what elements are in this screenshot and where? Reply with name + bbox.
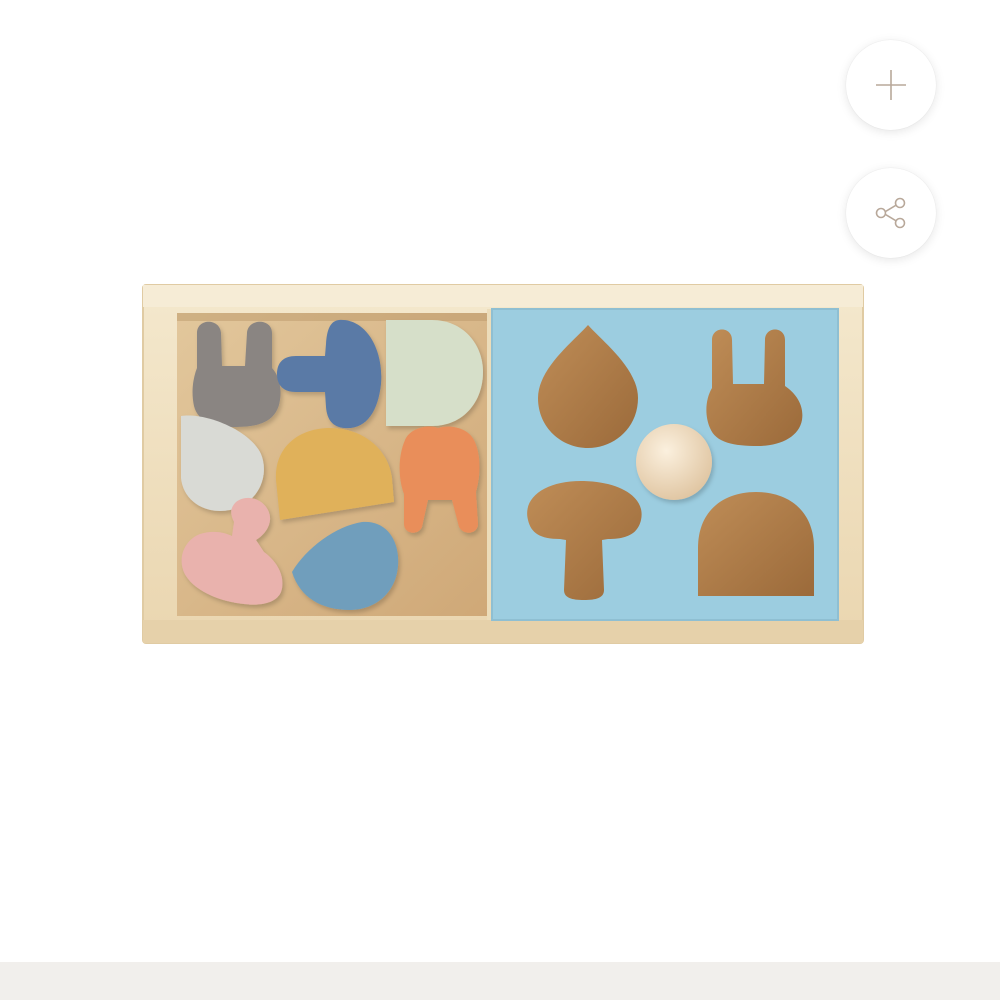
share-button[interactable]	[846, 168, 936, 258]
board-knob	[636, 424, 712, 500]
share-icon	[875, 197, 906, 229]
sage-arch-piece	[386, 320, 483, 426]
product-image	[142, 284, 864, 644]
zoom-button[interactable]	[846, 40, 936, 130]
gallery-bottom-bar	[0, 962, 1000, 1000]
arch-cutout	[698, 492, 814, 596]
product-gallery-page	[0, 0, 1000, 1000]
plus-icon	[876, 70, 906, 100]
